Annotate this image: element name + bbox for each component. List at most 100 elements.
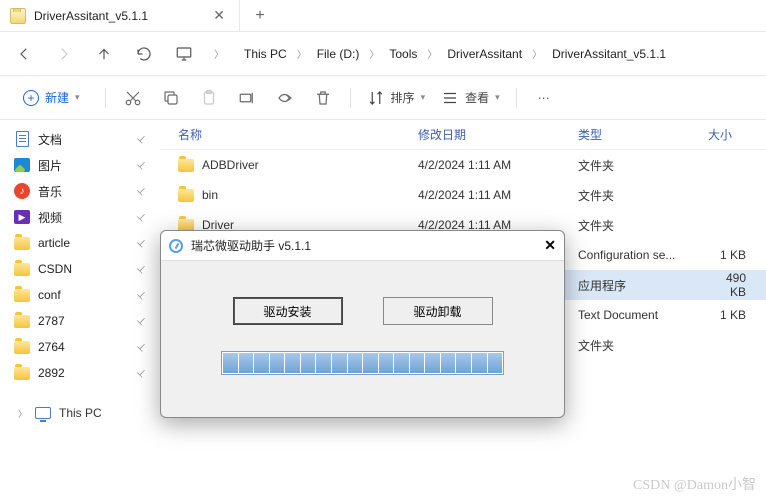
- new-label: 新建: [45, 89, 69, 106]
- sidebar-this-pc[interactable]: 〉 This PC: [8, 400, 152, 426]
- sidebar: 文档⊥图片⊥♪音乐⊥▶视频⊥article⊥CSDN⊥conf⊥2787⊥276…: [0, 120, 160, 502]
- file-date: 4/2/2024 1:11 AM: [418, 158, 578, 172]
- sidebar-item[interactable]: 图片⊥: [8, 152, 152, 178]
- folder-icon: [14, 287, 30, 303]
- pin-icon: ⊥: [135, 210, 149, 224]
- doc-icon: [14, 131, 30, 147]
- copy-button[interactable]: [160, 87, 182, 109]
- folder-icon: [14, 235, 30, 251]
- breadcrumb-item[interactable]: This PC: [244, 47, 287, 61]
- toolbar: + 新建 ▾ 排序 ▾ 查看 ▾ ⋯: [0, 76, 766, 120]
- sort-label: 排序: [391, 89, 415, 106]
- file-type: 文件夹: [578, 187, 708, 204]
- forward-button[interactable]: [54, 44, 74, 64]
- column-headers[interactable]: 名称 修改日期 类型 大小: [160, 120, 766, 150]
- chevron-right-icon: 〉: [532, 46, 542, 61]
- sidebar-item-label: 音乐: [38, 183, 62, 200]
- back-button[interactable]: [14, 44, 34, 64]
- chevron-right-icon: 〉: [18, 407, 27, 420]
- pin-icon: ⊥: [135, 288, 149, 302]
- file-name: ADBDriver: [202, 158, 259, 172]
- pin-icon: ⊥: [135, 184, 149, 198]
- dialog-titlebar[interactable]: 瑞芯微驱动助手 v5.1.1 ✕: [161, 231, 564, 261]
- refresh-button[interactable]: [134, 44, 154, 64]
- install-driver-button[interactable]: 驱动安装: [233, 297, 343, 325]
- close-tab-icon[interactable]: ✕: [209, 7, 229, 24]
- separator: [516, 88, 517, 108]
- share-button[interactable]: [274, 87, 296, 109]
- breadcrumb-item[interactable]: File (D:): [317, 47, 360, 61]
- progress-bar: [221, 351, 504, 375]
- sidebar-item[interactable]: 2892⊥: [8, 360, 152, 386]
- sidebar-item[interactable]: article ⊥: [8, 230, 152, 256]
- chevron-down-icon: ▾: [421, 92, 426, 103]
- pin-icon: ⊥: [135, 314, 149, 328]
- sidebar-item-label: 图片: [38, 157, 62, 174]
- col-size[interactable]: 大小: [708, 126, 766, 143]
- sidebar-item[interactable]: CSDN⊥: [8, 256, 152, 282]
- folder-icon: [14, 365, 30, 381]
- sidebar-item-label: 视频: [38, 209, 62, 226]
- sidebar-item[interactable]: 2764 ⊥: [8, 334, 152, 360]
- col-date[interactable]: 修改日期: [418, 126, 578, 143]
- sidebar-item[interactable]: conf ⊥: [8, 282, 152, 308]
- paste-button[interactable]: [198, 87, 220, 109]
- file-type: 文件夹: [578, 217, 708, 234]
- sidebar-item-label: 2764: [38, 340, 65, 354]
- plus-circle-icon: +: [23, 90, 39, 106]
- chevron-right-icon: 〉: [427, 46, 437, 61]
- table-row[interactable]: bin4/2/2024 1:11 AM文件夹: [160, 180, 766, 210]
- sidebar-item[interactable]: 文档⊥: [8, 126, 152, 152]
- dialog-title: 瑞芯微驱动助手 v5.1.1: [191, 237, 544, 254]
- breadcrumb-item[interactable]: DriverAssitant: [447, 47, 522, 61]
- view-icon: [441, 89, 459, 107]
- this-pc-label: This PC: [59, 406, 102, 420]
- sidebar-item-label: conf: [38, 288, 61, 302]
- delete-button[interactable]: [312, 87, 334, 109]
- new-button[interactable]: + 新建 ▾: [14, 84, 89, 111]
- file-type: 应用程序: [578, 277, 708, 294]
- rename-button[interactable]: [236, 87, 258, 109]
- file-type: Configuration se...: [578, 248, 708, 262]
- chevron-down-icon: ▾: [75, 92, 80, 103]
- music-icon: ♪: [14, 183, 30, 199]
- driver-assistant-dialog: 瑞芯微驱动助手 v5.1.1 ✕ 驱动安装 驱动卸载: [160, 230, 565, 418]
- watermark: CSDN @Damon小智: [633, 474, 756, 494]
- sidebar-item[interactable]: 2787⊥: [8, 308, 152, 334]
- chevron-right-icon: 〉: [369, 46, 379, 61]
- window-tab[interactable]: DriverAssitant_v5.1.1 ✕: [0, 0, 240, 31]
- close-icon[interactable]: ✕: [544, 237, 556, 254]
- up-button[interactable]: [94, 44, 114, 64]
- breadcrumb-item[interactable]: Tools: [389, 47, 417, 61]
- sidebar-item[interactable]: ♪ 音乐 ⊥: [8, 178, 152, 204]
- file-type: 文件夹: [578, 157, 708, 174]
- sidebar-item-label: 2892: [38, 366, 65, 380]
- sort-button[interactable]: 排序 ▾: [367, 89, 426, 107]
- pin-icon: ⊥: [135, 236, 149, 250]
- file-type: Text Document: [578, 308, 708, 322]
- app-icon: [169, 239, 183, 253]
- video-icon: ▶: [14, 209, 30, 225]
- breadcrumb-item[interactable]: DriverAssitant_v5.1.1: [552, 47, 666, 61]
- monitor-icon[interactable]: [174, 44, 194, 64]
- chevron-down-icon: ▾: [495, 92, 500, 103]
- breadcrumb[interactable]: This PC 〉 File (D:) 〉 Tools 〉 DriverAssitan…: [244, 46, 666, 61]
- cut-button[interactable]: [122, 87, 144, 109]
- uninstall-driver-button[interactable]: 驱动卸载: [383, 297, 493, 325]
- file-size: 1 KB: [708, 308, 766, 322]
- sidebar-item-label: article: [38, 236, 70, 250]
- folder-icon: [14, 261, 30, 277]
- folder-icon: [178, 159, 194, 172]
- more-button[interactable]: ⋯: [533, 87, 555, 109]
- table-row[interactable]: ADBDriver 4/2/2024 1:11 AM文件夹: [160, 150, 766, 180]
- pin-icon: ⊥: [135, 262, 149, 276]
- col-name[interactable]: 名称: [178, 126, 418, 143]
- pin-icon: ⊥: [135, 340, 149, 354]
- sidebar-item[interactable]: ▶ 视频 ⊥: [8, 204, 152, 230]
- view-button[interactable]: 查看 ▾: [441, 89, 500, 107]
- separator: [350, 88, 351, 108]
- file-name: bin: [202, 188, 218, 202]
- new-tab-button[interactable]: +: [240, 0, 280, 31]
- col-type[interactable]: 类型: [578, 126, 708, 143]
- navbar: 〉 This PC 〉 File (D:) 〉 Tools 〉 DriverAssit…: [0, 32, 766, 76]
